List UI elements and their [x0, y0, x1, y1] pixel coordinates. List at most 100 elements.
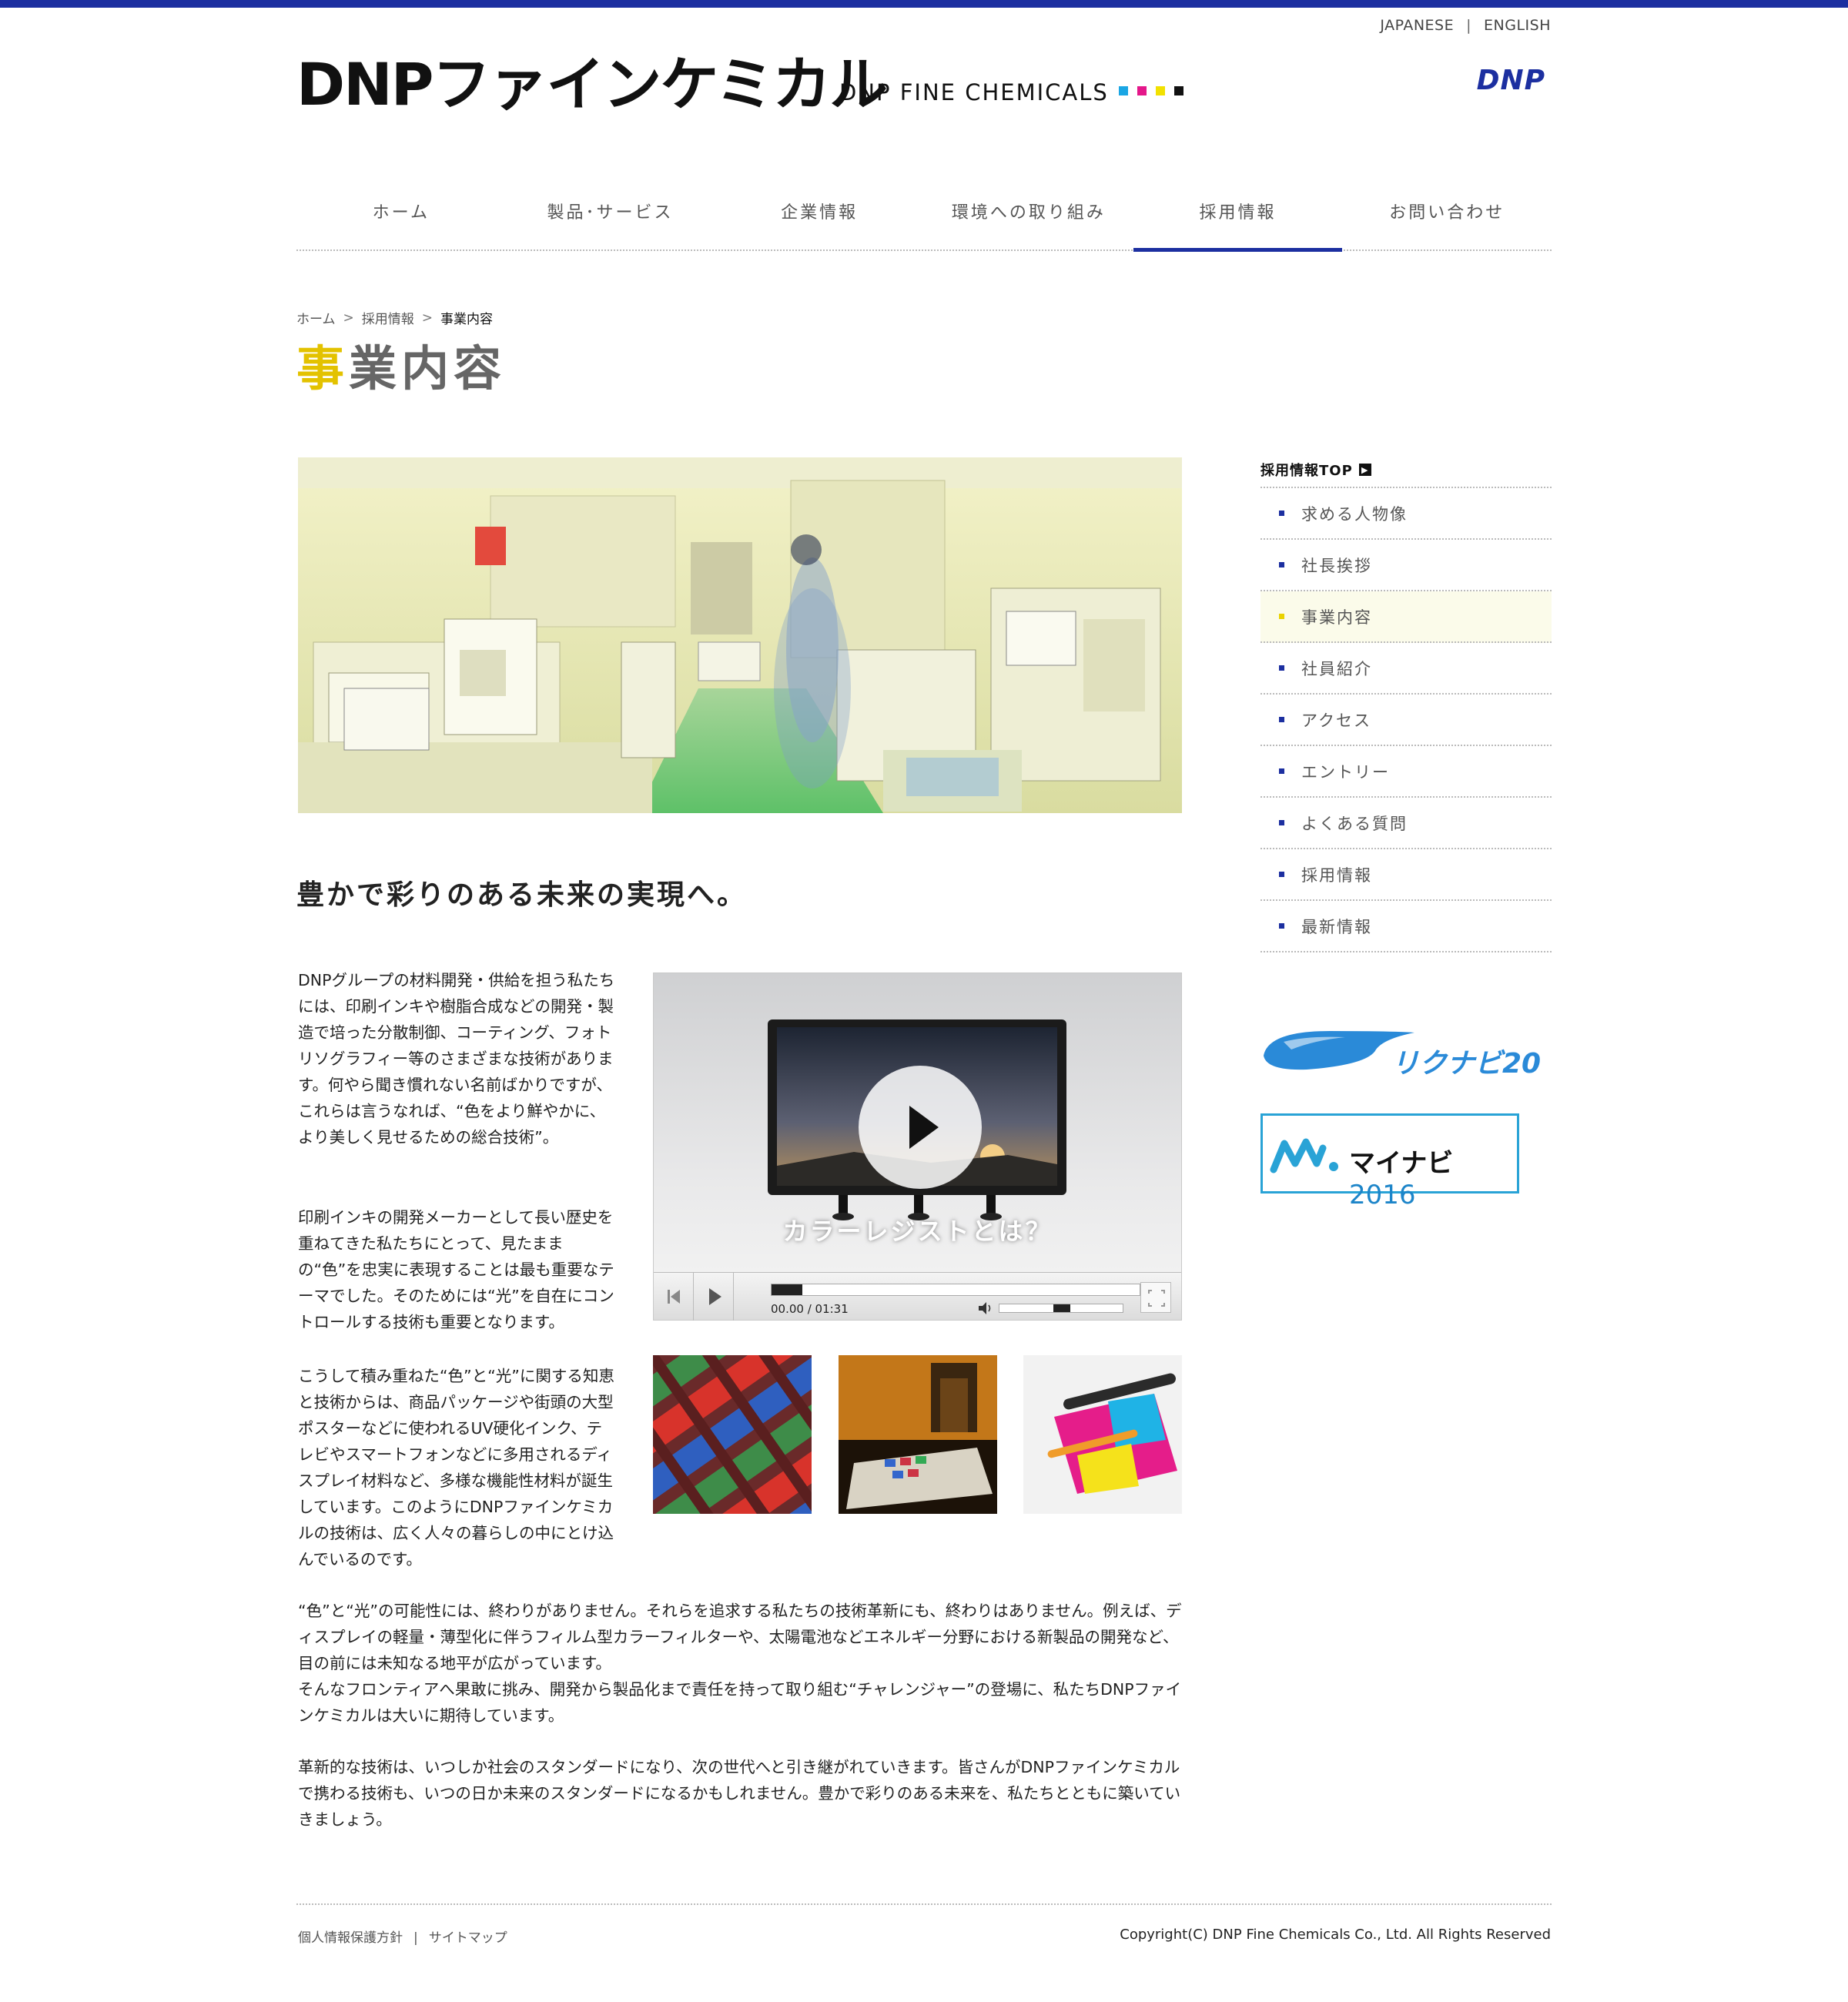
rikunabi-label: リクナビ2016	[1391, 1048, 1542, 1080]
page-title: 事業内容	[296, 345, 506, 393]
site-logo[interactable]: DNPファインケミカル	[296, 55, 888, 114]
breadcrumb: ホーム > 採用情報 > 事業内容	[296, 308, 493, 328]
thumbnail-machine	[839, 1355, 997, 1514]
body-paragraph-1: DNPグループの材料開発・供給を担う私たちには、印刷インキや樹脂合成などの開発・…	[298, 971, 615, 1147]
hero-image-laboratory	[298, 457, 1182, 813]
copyright: Copyright(C) DNP Fine Chemicals Co., Ltd…	[1120, 1927, 1551, 1943]
body-paragraph-5: 革新的な技術は、いつしか社会のスタンダードになり、次の世代へと引き継がれていきま…	[298, 1758, 1181, 1829]
lang-english-link[interactable]: ENGLISH	[1484, 17, 1551, 34]
sidebar-item-entry[interactable]: エントリー	[1260, 746, 1552, 798]
sidebar-item-president-message[interactable]: 社長挨拶	[1260, 540, 1552, 591]
footer-links: 個人情報保護方針 | サイトマップ	[298, 1927, 507, 1946]
sidebar-item-label: 社員紹介	[1301, 659, 1372, 678]
sidebar-item-label: アクセス	[1301, 711, 1371, 730]
video-player[interactable]: カラーレジストとは？ 00.00 / 01:31	[653, 973, 1182, 1321]
sidebar-top-link[interactable]: 採用情報TOP ▶	[1260, 453, 1552, 488]
global-nav: ホーム 製品･サービス 企業情報 環境への取り組み 採用情報 お問い合わせ	[296, 183, 1552, 252]
coating-machine-image	[839, 1355, 997, 1514]
bullet-icon	[1279, 562, 1284, 567]
page-title-accent: 事	[296, 340, 350, 397]
page-title-rest: 業内容	[349, 340, 507, 397]
sidebar-item-label: 事業内容	[1301, 608, 1372, 627]
bullet-icon	[1279, 614, 1284, 619]
nav-item-environment[interactable]: 環境への取り組み	[924, 183, 1133, 249]
recruit-sidebar: 採用情報TOP ▶ 求める人物像 社長挨拶 事業内容 社員紹介 アクセス エント…	[1260, 453, 1552, 952]
sidebar-item-label: 採用情報	[1301, 865, 1372, 885]
bullet-icon	[1279, 511, 1284, 516]
video-timeline[interactable]	[771, 1284, 1140, 1296]
bullet-icon	[1279, 872, 1284, 877]
mynavi-label: マイナビ 2016	[1349, 1142, 1517, 1210]
nav-item-home[interactable]: ホーム	[296, 183, 506, 249]
color-filter-pattern-image	[653, 1355, 812, 1514]
thumbnail-color-filter	[653, 1355, 812, 1514]
lead-heading: 豊かで彩りのある未来の実現へ。	[296, 879, 748, 911]
logo-square-cyan	[1119, 86, 1128, 95]
video-progress	[772, 1284, 802, 1295]
fullscreen-icon	[1148, 1290, 1165, 1307]
video-caption: カラーレジストとは？	[782, 1217, 1053, 1246]
ink-film-rolls-image	[1023, 1355, 1182, 1514]
breadcrumb-home[interactable]: ホーム	[296, 308, 336, 327]
rikunabi-logo: リクナビ2016	[1264, 1031, 1579, 1080]
rikunabi-banner[interactable]: リクナビ2016	[1260, 1026, 1579, 1084]
body-paragraph-4a: “色”と“光”の可能性には、終わりがありません。それらを追求する私たちの技術革新…	[298, 1602, 1182, 1672]
sidebar-item-ideal-candidate[interactable]: 求める人物像	[1260, 488, 1552, 540]
bullet-icon	[1279, 923, 1284, 929]
sidebar-item-recruit-info[interactable]: 採用情報	[1260, 849, 1552, 901]
play-small-icon	[709, 1288, 721, 1305]
nav-item-products[interactable]: 製品･サービス	[506, 183, 715, 249]
logo-square-black	[1174, 86, 1183, 95]
chevron-right-icon: >	[343, 310, 354, 326]
lang-japanese-link[interactable]: JAPANESE	[1380, 17, 1454, 34]
body-paragraph-2: 印刷インキの開発メーカーとして長い歴史を重ねてきた私たちにとって、見たままの“色…	[298, 1208, 614, 1331]
bullet-icon	[1279, 768, 1284, 774]
sidebar-item-business[interactable]: 事業内容	[1260, 591, 1552, 643]
logo-square-magenta	[1137, 86, 1147, 95]
footer-privacy-link[interactable]: 個人情報保護方針	[298, 1930, 403, 1946]
skip-back-button[interactable]	[654, 1273, 694, 1321]
dnp-corporate-logo[interactable]: DNP	[1477, 65, 1545, 96]
sidebar-item-access[interactable]: アクセス	[1260, 695, 1552, 746]
laboratory-illustration	[298, 457, 1182, 813]
logo-square-yellow	[1156, 86, 1165, 95]
body-paragraph-4b: そんなフロンティアへ果敢に挑み、開発から製品化まで責任を持って取り組む“チャレン…	[298, 1680, 1182, 1725]
body-paragraph-3: こうして積み重ねた“色”と“光”に関する知恵と技術からは、商品パッケージや街頭の…	[298, 1367, 614, 1568]
sidebar-item-employees[interactable]: 社員紹介	[1260, 643, 1552, 695]
video-controls: 00.00 / 01:31	[654, 1272, 1181, 1321]
sidebar-item-label: 社長挨拶	[1301, 556, 1372, 575]
sidebar-item-label: よくある質問	[1301, 814, 1408, 833]
top-accent-bar	[0, 0, 1848, 8]
breadcrumb-current: 事業内容	[440, 312, 493, 327]
mynavi-year: 2016	[1349, 1180, 1416, 1210]
nav-item-company[interactable]: 企業情報	[715, 183, 924, 249]
bullet-icon	[1279, 820, 1284, 825]
speaker-icon	[979, 1302, 991, 1314]
volume-icon[interactable]	[977, 1301, 994, 1320]
video-frame[interactable]: カラーレジストとは？	[654, 973, 1181, 1272]
mynavi-banner[interactable]: マイナビ 2016	[1260, 1113, 1519, 1210]
language-switcher: JAPANESE | ENGLISH	[1380, 17, 1551, 34]
sidebar-item-label: 求める人物像	[1301, 504, 1408, 524]
thumbnail-ink-rolls	[1023, 1355, 1182, 1514]
fullscreen-button[interactable]	[1140, 1282, 1171, 1313]
mynavi-brand: マイナビ	[1349, 1148, 1454, 1179]
breadcrumb-parent[interactable]: 採用情報	[362, 308, 414, 327]
video-time: 00.00 / 01:31	[771, 1302, 849, 1316]
footer-sitemap-link[interactable]: サイトマップ	[429, 1930, 507, 1946]
volume-handle[interactable]	[1053, 1304, 1070, 1312]
sidebar-item-faq[interactable]: よくある質問	[1260, 798, 1552, 849]
nav-item-contact[interactable]: お問い合わせ	[1342, 183, 1552, 249]
volume-slider[interactable]	[999, 1304, 1123, 1313]
play-button[interactable]	[694, 1273, 734, 1321]
sidebar-item-label: エントリー	[1301, 762, 1390, 782]
footer-divider	[296, 1903, 1552, 1905]
bullet-icon	[1279, 665, 1284, 671]
skip-back-icon	[668, 1290, 680, 1304]
sidebar-top-label: 採用情報TOP	[1260, 463, 1353, 479]
bullet-icon	[1279, 717, 1284, 722]
chevron-right-icon: >	[421, 310, 433, 326]
play-overlay-button[interactable]	[859, 1066, 982, 1189]
nav-item-recruit[interactable]: 採用情報	[1133, 183, 1343, 252]
sidebar-item-news[interactable]: 最新情報	[1260, 901, 1552, 952]
